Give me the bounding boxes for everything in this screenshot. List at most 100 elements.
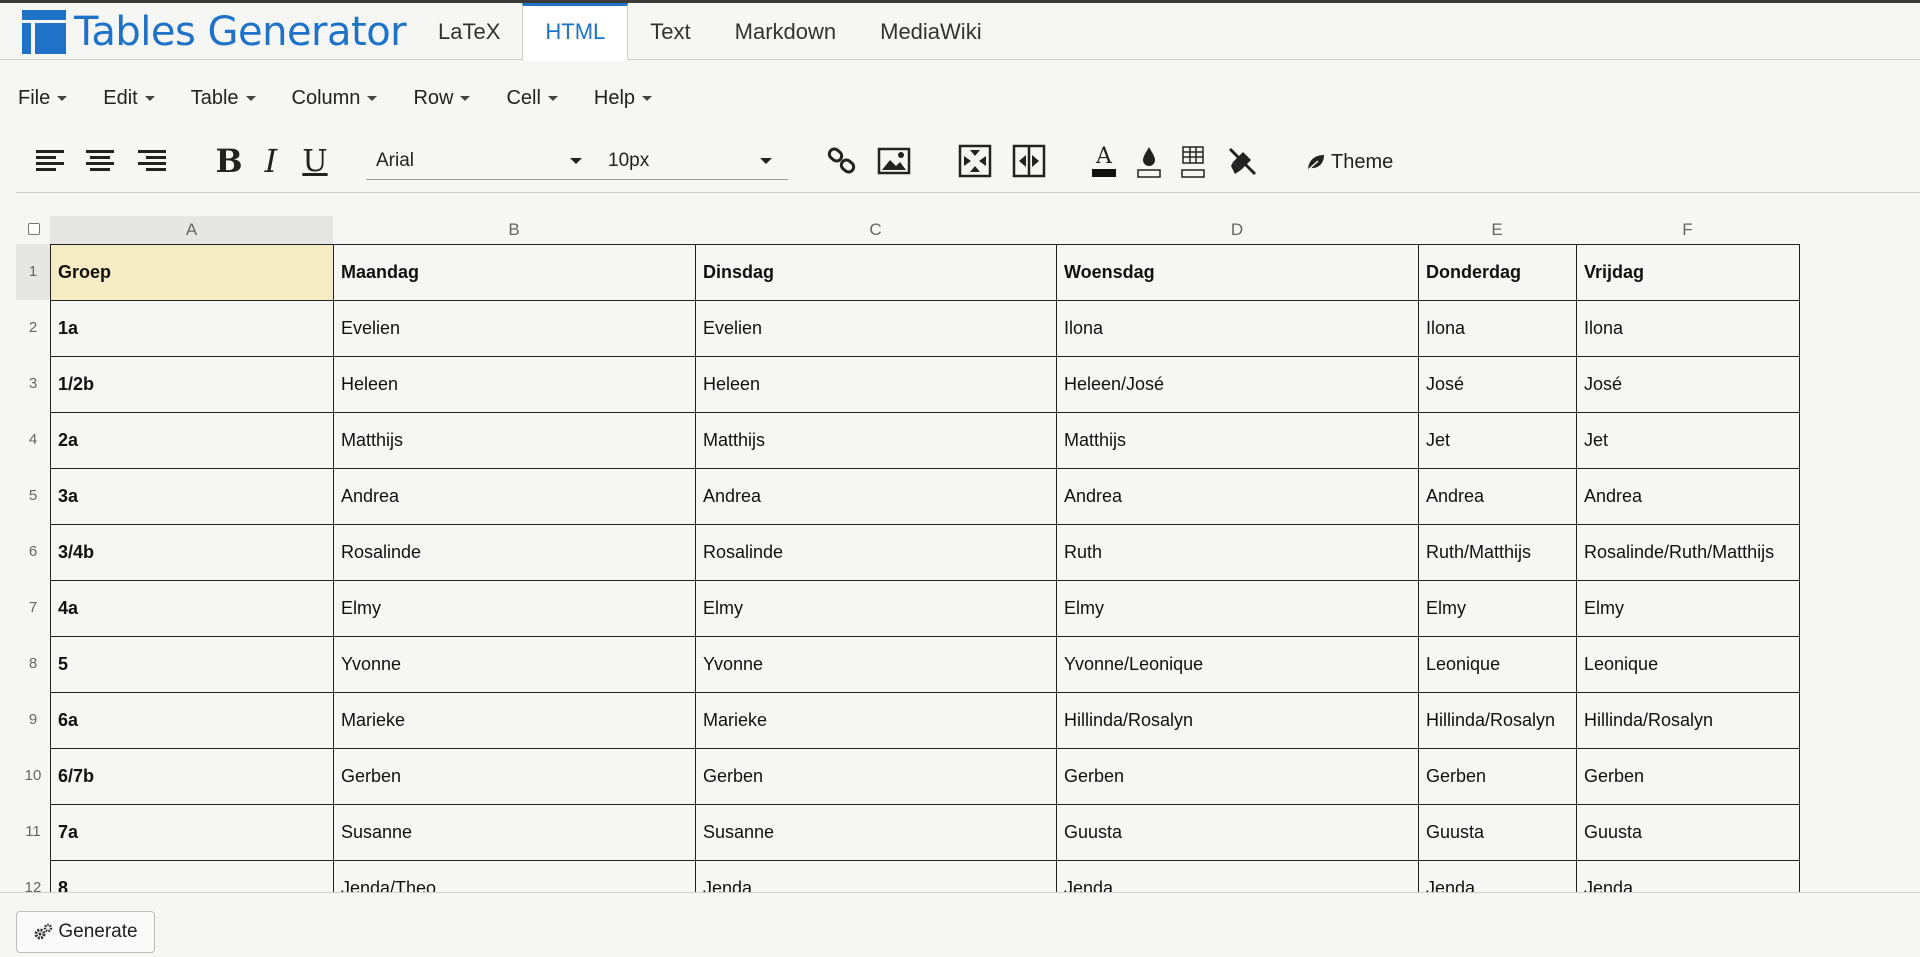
generate-button[interactable]: Generate <box>16 911 155 953</box>
table-cell[interactable]: Gerben <box>1418 748 1577 805</box>
table-cell[interactable]: Gerben <box>333 748 696 805</box>
column-header[interactable]: F <box>1576 216 1799 244</box>
table-cell[interactable]: Matthijs <box>333 412 696 469</box>
align-right-button[interactable] <box>132 138 172 184</box>
row-header[interactable]: 7 <box>16 580 50 636</box>
align-left-button[interactable] <box>30 138 70 184</box>
table-cell[interactable]: José <box>1418 356 1577 413</box>
table-cell[interactable]: Marieke <box>333 692 696 749</box>
table-cell[interactable]: Elmy <box>1576 580 1800 637</box>
table-cell[interactable]: 3/4b <box>50 524 334 581</box>
table-cell[interactable]: 5 <box>50 636 334 693</box>
align-center-button[interactable] <box>80 138 120 184</box>
table-cell[interactable]: Maandag <box>333 244 696 301</box>
table-cell[interactable]: Susanne <box>695 804 1057 861</box>
row-header[interactable]: 4 <box>16 412 50 468</box>
table-cell[interactable]: Gerben <box>695 748 1057 805</box>
border-style-button[interactable] <box>1175 138 1211 184</box>
table-cell[interactable]: Elmy <box>1418 580 1577 637</box>
table-cell[interactable]: 1/2b <box>50 356 334 413</box>
font-size-select[interactable]: 10px <box>598 142 788 180</box>
row-header[interactable]: 6 <box>16 524 50 580</box>
table-cell[interactable]: Matthijs <box>1056 412 1419 469</box>
table-cell[interactable]: Yvonne/Leonique <box>1056 636 1419 693</box>
table-cell[interactable]: Vrijdag <box>1576 244 1800 301</box>
table-cell[interactable]: Hillinda/Rosalyn <box>1576 692 1800 749</box>
table-cell[interactable]: Jenda <box>1576 860 1800 892</box>
table-cell[interactable]: Ilona <box>1576 300 1800 357</box>
table-cell[interactable]: Jenda <box>1418 860 1577 892</box>
table-cell[interactable]: Ruth/Matthijs <box>1418 524 1577 581</box>
tab-latex[interactable]: LaTeX <box>416 3 522 60</box>
table-cell[interactable]: Guusta <box>1418 804 1577 861</box>
font-family-select[interactable]: Arial <box>366 142 598 180</box>
text-color-button[interactable]: A <box>1086 138 1122 184</box>
table-cell[interactable]: Jenda <box>695 860 1057 892</box>
row-header[interactable]: 8 <box>16 636 50 692</box>
menu-table[interactable]: Table <box>191 80 256 116</box>
select-all-checkbox[interactable] <box>28 223 40 235</box>
table-cell[interactable]: 8 <box>50 860 334 892</box>
table-cell[interactable]: José <box>1576 356 1800 413</box>
table-cell[interactable]: Donderdag <box>1418 244 1577 301</box>
table-cell[interactable]: Heleen <box>333 356 696 413</box>
table-cell[interactable]: Elmy <box>1056 580 1419 637</box>
table-cell[interactable]: Gerben <box>1576 748 1800 805</box>
insert-image-button[interactable] <box>874 138 914 184</box>
underline-button[interactable]: U <box>298 138 332 184</box>
tab-text[interactable]: Text <box>628 3 712 60</box>
table-cell[interactable]: Ruth <box>1056 524 1419 581</box>
background-color-button[interactable] <box>1131 138 1167 184</box>
table-cell[interactable]: Elmy <box>695 580 1057 637</box>
logo[interactable]: Tables Generator <box>22 9 407 55</box>
table-cell[interactable]: Jenda <box>1056 860 1419 892</box>
table-cell[interactable]: Groep <box>50 244 334 301</box>
table-cell[interactable]: Hillinda/Rosalyn <box>1056 692 1419 749</box>
table-cell[interactable]: Hillinda/Rosalyn <box>1418 692 1577 749</box>
tab-mediawiki[interactable]: MediaWiki <box>858 3 1003 60</box>
table-cell[interactable]: Andrea <box>333 468 696 525</box>
row-header[interactable]: 9 <box>16 692 50 748</box>
column-header[interactable]: C <box>695 216 1056 244</box>
table-cell[interactable]: 6/7b <box>50 748 334 805</box>
merge-cells-button[interactable] <box>956 138 994 184</box>
table-cell[interactable]: Andrea <box>1576 468 1800 525</box>
table-cell[interactable]: Jenda/Theo <box>333 860 696 892</box>
table-cell[interactable]: 3a <box>50 468 334 525</box>
table-cell[interactable]: Marieke <box>695 692 1057 749</box>
table-cell[interactable]: Elmy <box>333 580 696 637</box>
table-cell[interactable]: 6a <box>50 692 334 749</box>
table-cell[interactable]: Evelien <box>695 300 1057 357</box>
split-cells-button[interactable] <box>1010 138 1048 184</box>
table-cell[interactable]: Gerben <box>1056 748 1419 805</box>
table-cell[interactable]: Susanne <box>333 804 696 861</box>
menu-row[interactable]: Row <box>413 80 471 116</box>
menu-cell[interactable]: Cell <box>506 80 558 116</box>
row-header[interactable]: 3 <box>16 356 50 412</box>
table-cell[interactable]: Dinsdag <box>695 244 1057 301</box>
table-cell[interactable]: Ilona <box>1418 300 1577 357</box>
tab-html[interactable]: HTML <box>522 3 629 61</box>
table-cell[interactable]: Heleen <box>695 356 1057 413</box>
table-cell[interactable]: Evelien <box>333 300 696 357</box>
table-cell[interactable]: Guusta <box>1576 804 1800 861</box>
table-cell[interactable]: Leonique <box>1418 636 1577 693</box>
row-header[interactable]: 11 <box>16 804 50 860</box>
clear-formatting-button[interactable] <box>1222 138 1262 184</box>
row-header[interactable]: 5 <box>16 468 50 524</box>
table-cell[interactable]: Heleen/José <box>1056 356 1419 413</box>
row-header[interactable]: 12 <box>16 860 50 892</box>
table-cell[interactable]: Woensdag <box>1056 244 1419 301</box>
table-cell[interactable]: Rosalinde/Ruth/Matthijs <box>1576 524 1800 581</box>
menu-column[interactable]: Column <box>292 80 378 116</box>
column-header[interactable]: B <box>333 216 695 244</box>
column-header[interactable]: A <box>50 216 333 244</box>
insert-link-button[interactable] <box>822 138 862 184</box>
table-cell[interactable]: Andrea <box>1418 468 1577 525</box>
table-cell[interactable]: Rosalinde <box>333 524 696 581</box>
row-header[interactable]: 2 <box>16 300 50 356</box>
table-cell[interactable]: Andrea <box>1056 468 1419 525</box>
bold-button[interactable]: B <box>212 138 246 184</box>
column-header[interactable]: D <box>1056 216 1418 244</box>
table-cell[interactable]: Yvonne <box>695 636 1057 693</box>
